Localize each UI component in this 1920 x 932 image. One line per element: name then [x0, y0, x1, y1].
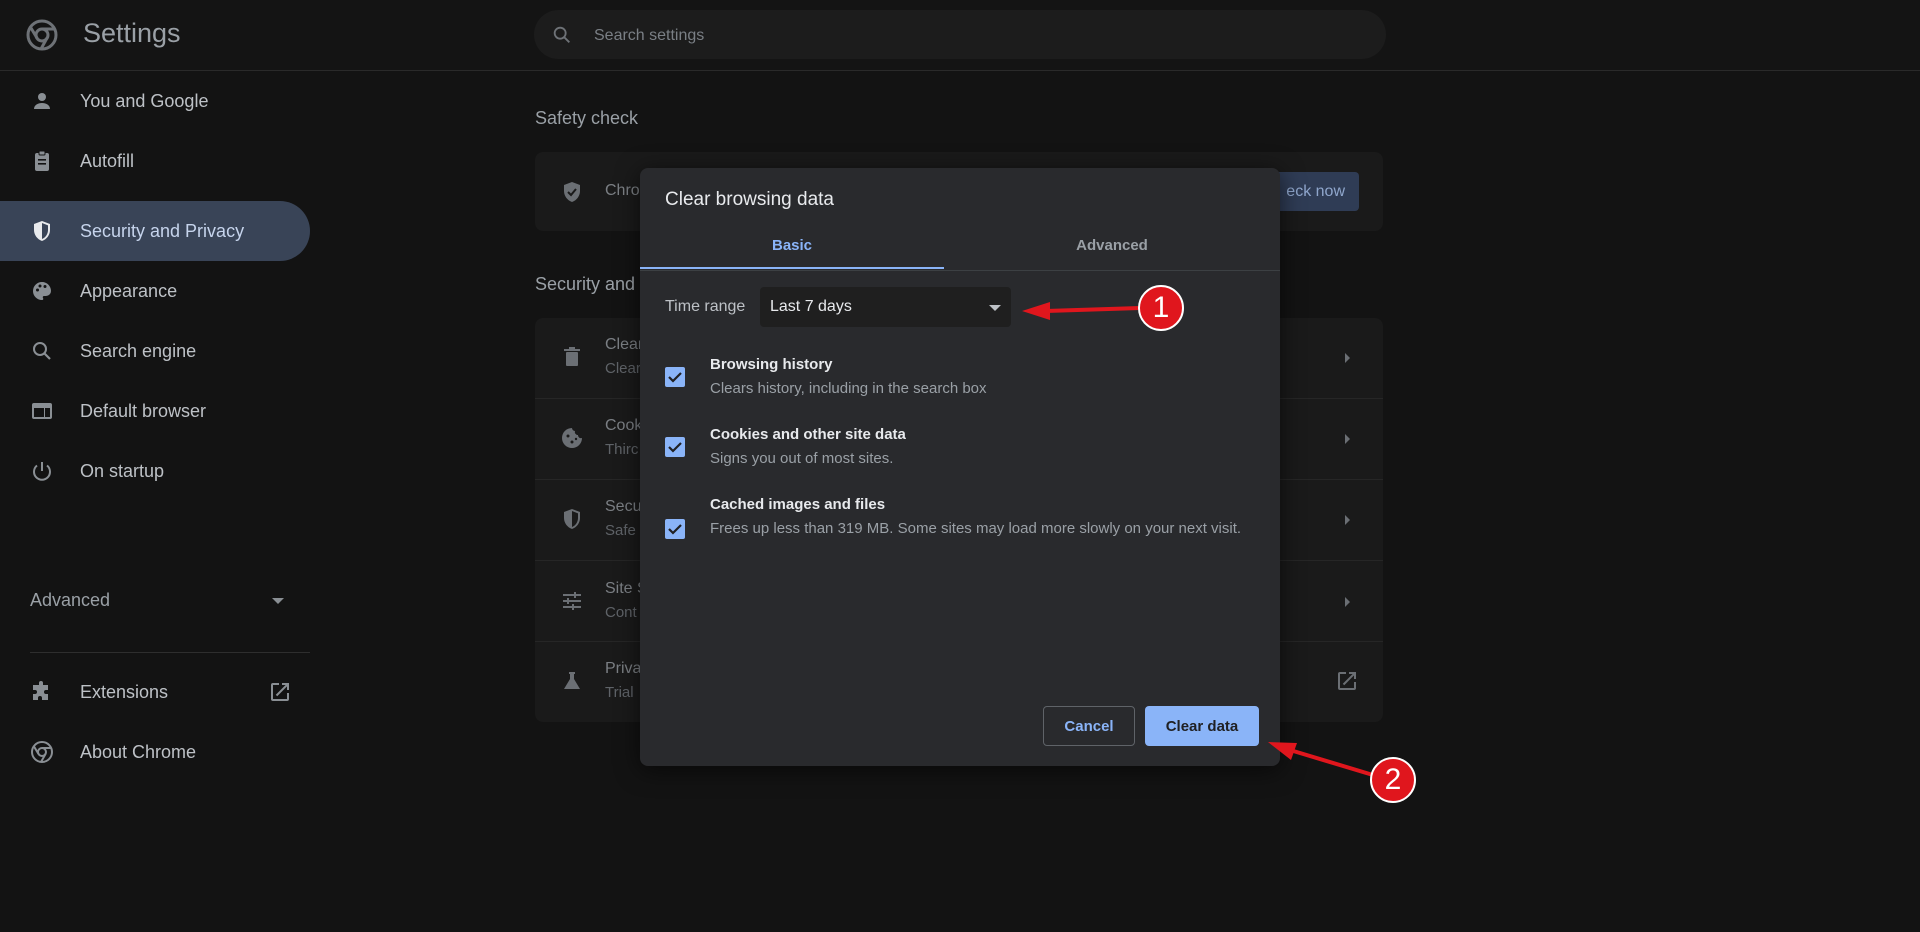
chevron-right-icon [1345, 434, 1350, 444]
row-subtitle: Clear [605, 360, 641, 377]
search-bar[interactable] [534, 10, 1386, 61]
sidebar-advanced-label: Advanced [30, 590, 111, 610]
cancel-button[interactable]: Cancel [1043, 706, 1135, 746]
time-range-dropdown[interactable]: Last 7 days [760, 287, 1011, 327]
checkmark-icon [668, 524, 682, 535]
cached-images-checkbox[interactable] [665, 519, 685, 539]
row-subtitle: Trial [605, 684, 634, 701]
power-icon [33, 462, 51, 481]
clipboard-icon [35, 150, 49, 171]
time-range-label: Time range [665, 298, 746, 315]
sidebar-item-appearance[interactable]: Appearance [0, 261, 310, 321]
cached-images-title: Cached images and files [710, 496, 886, 513]
safety-check-title: Safety check [535, 108, 639, 128]
cookie-icon [562, 428, 582, 448]
sidebar-item-label: On startup [80, 460, 165, 481]
sidebar-item-extensions[interactable]: Extensions [0, 662, 310, 722]
sidebar-item-on-startup[interactable]: On startup [0, 441, 310, 501]
chevron-down-icon [272, 598, 284, 604]
browser-icon [32, 403, 52, 419]
sidebar-item-about-chrome[interactable]: About Chrome [0, 722, 310, 782]
browsing-history-checkbox[interactable] [665, 367, 685, 387]
row-title: Priva [605, 660, 642, 677]
time-range-value: Last 7 days [770, 298, 852, 315]
chrome-logo-icon [31, 741, 53, 763]
tabs-divider [640, 270, 1280, 271]
external-link-icon [271, 683, 289, 701]
sidebar-item-label: Autofill [80, 150, 135, 171]
chevron-right-icon [1345, 515, 1350, 525]
row-title: Clear [605, 336, 644, 353]
cached-images-desc: Frees up less than 319 MB. Some sites ma… [710, 520, 1242, 537]
search-icon [553, 26, 570, 43]
cookies-desc: Signs you out of most sites. [710, 450, 894, 467]
chrome-logo-icon [26, 19, 58, 51]
active-tab-indicator [640, 267, 944, 269]
external-link-icon [1338, 672, 1356, 690]
cookies-title: Cookies and other site data [710, 426, 906, 443]
sidebar-divider [30, 652, 310, 653]
shield-icon [34, 221, 50, 241]
sidebar-item-you-and-google[interactable]: You and Google [0, 71, 310, 131]
search-input[interactable] [592, 10, 1356, 61]
safety-check-text: Chro [605, 182, 640, 199]
privacy-section-title: Security and [535, 274, 636, 294]
sidebar: You and Google Autofill Security and Pri… [0, 71, 320, 932]
sidebar-item-label: Appearance [80, 280, 178, 301]
sidebar-item-label: Extensions [80, 681, 169, 702]
palette-icon [32, 282, 51, 300]
sidebar-item-label: Security and Privacy [80, 220, 245, 241]
sliders-icon [563, 592, 581, 610]
row-subtitle: Thirc [605, 441, 639, 458]
dialog-title: Clear browsing data [665, 189, 834, 210]
top-bar: Settings [0, 0, 1920, 71]
annotation-badge-2: 2 [1370, 757, 1416, 803]
row-subtitle: Cont [605, 604, 637, 621]
annotation-badge-1: 1 [1138, 285, 1184, 331]
chevron-right-icon [1345, 597, 1350, 607]
person-icon [34, 93, 50, 109]
sidebar-item-default-browser[interactable]: Default browser [0, 381, 310, 441]
chevron-right-icon [1345, 353, 1350, 363]
clear-browsing-data-dialog: Clear browsing data Basic Advanced Time … [640, 168, 1280, 766]
sidebar-item-label: Default browser [80, 400, 207, 421]
sidebar-item-label: About Chrome [80, 741, 197, 762]
row-title: Cook [605, 417, 643, 434]
flask-icon [564, 672, 580, 689]
row-subtitle: Safe [605, 522, 636, 539]
sidebar-item-label: You and Google [80, 90, 209, 111]
sidebar-item-security-and-privacy[interactable]: Security and Privacy [0, 201, 310, 261]
shield-check-icon [564, 182, 580, 202]
clear-data-button[interactable]: Clear data [1145, 706, 1259, 746]
sidebar-advanced-toggle[interactable]: Advanced [0, 577, 310, 625]
cookies-checkbox[interactable] [665, 437, 685, 457]
checkmark-icon [668, 372, 682, 383]
annotation-arrow-2 [1268, 742, 1374, 777]
puzzle-icon [33, 681, 48, 700]
browsing-history-desc: Clears history, including in the search … [710, 380, 987, 397]
sidebar-item-search-engine[interactable]: Search engine [0, 321, 310, 381]
checkmark-icon [668, 442, 682, 453]
trash-icon [564, 347, 580, 366]
row-title: Secu [605, 498, 642, 515]
sidebar-item-label: Search engine [80, 340, 197, 361]
page-title: Settings [83, 18, 181, 48]
search-icon [33, 342, 51, 360]
dropdown-arrow-icon [989, 305, 1001, 311]
sidebar-item-autofill[interactable]: Autofill [0, 131, 310, 191]
shield-icon [564, 509, 580, 529]
browsing-history-title: Browsing history [710, 356, 833, 373]
